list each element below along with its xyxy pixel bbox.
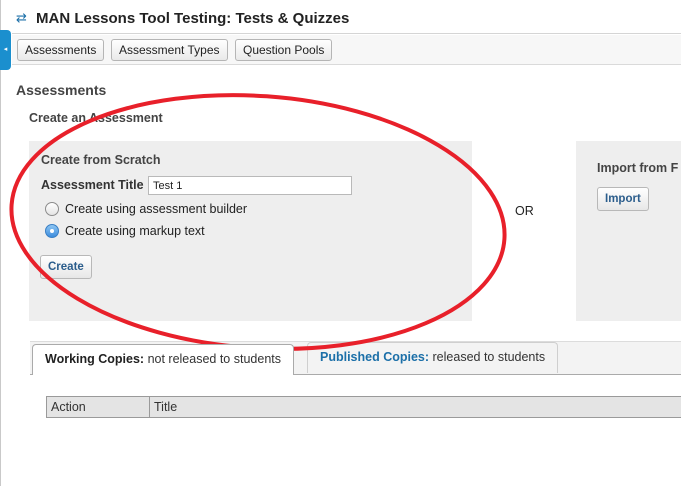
- column-action[interactable]: Action: [47, 397, 150, 417]
- copies-tabs: Working Copies: not released to students…: [30, 341, 681, 375]
- import-panel-title: Import from F: [597, 161, 679, 175]
- collapse-arrow-icon[interactable]: ◂: [0, 30, 11, 70]
- create-button[interactable]: Create: [40, 255, 92, 279]
- builder-radio[interactable]: [45, 202, 59, 216]
- create-from-scratch-panel: Create from Scratch Assessment Title Cre…: [29, 141, 472, 321]
- markup-option[interactable]: Create using markup text: [45, 222, 205, 240]
- tab-working-copies[interactable]: Working Copies: not released to students: [32, 344, 294, 375]
- question-pools-button[interactable]: Question Pools: [235, 39, 333, 61]
- tab-published-copies[interactable]: Published Copies: released to students: [307, 342, 559, 373]
- assessment-title-input[interactable]: [148, 176, 352, 195]
- tab-working-lead: Working Copies:: [45, 352, 145, 366]
- markup-radio[interactable]: [45, 224, 59, 238]
- import-button[interactable]: Import: [597, 187, 649, 211]
- assessment-types-button[interactable]: Assessment Types: [111, 39, 228, 61]
- refresh-arrows-icon: ⇄: [16, 10, 27, 25]
- column-title[interactable]: Title: [150, 397, 177, 417]
- header-divider: [12, 33, 681, 34]
- tab-published-lead: Published Copies:: [320, 350, 430, 364]
- markup-option-label: Create using markup text: [65, 224, 205, 238]
- section-heading: Assessments: [16, 82, 107, 98]
- page-header: ⇄ MAN Lessons Tool Testing: Tests & Quiz…: [16, 6, 349, 30]
- import-panel: Import from F Import: [576, 141, 681, 321]
- page-title: MAN Lessons Tool Testing: Tests & Quizze…: [36, 9, 350, 27]
- builder-option-label: Create using assessment builder: [65, 202, 248, 216]
- create-heading: Create an Assessment: [29, 111, 163, 125]
- table-header: Action Title: [46, 396, 681, 418]
- scratch-panel-title: Create from Scratch: [41, 153, 161, 167]
- assessment-title-label: Assessment Title: [41, 178, 144, 192]
- toolbar: Assessments Assessment Types Question Po…: [12, 35, 681, 65]
- tab-working-rest: not released to students: [144, 352, 281, 366]
- builder-option[interactable]: Create using assessment builder: [45, 200, 247, 218]
- left-rail: [0, 0, 1, 486]
- tab-published-rest: released to students: [429, 350, 546, 364]
- or-separator: OR: [515, 204, 534, 218]
- assessments-button[interactable]: Assessments: [17, 39, 105, 61]
